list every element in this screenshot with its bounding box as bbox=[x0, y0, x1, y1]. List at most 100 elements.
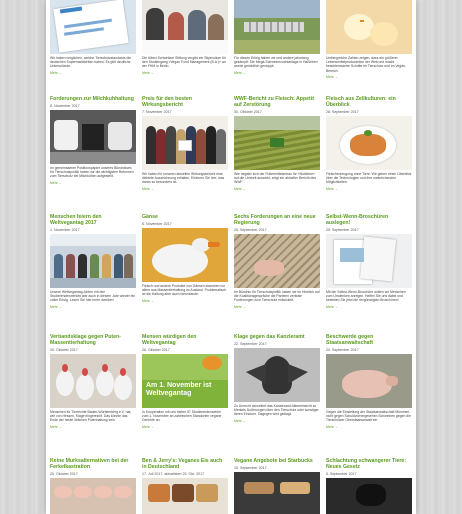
news-thumbnail[interactable] bbox=[142, 0, 228, 54]
news-date: 25. September 2017 bbox=[326, 228, 359, 232]
news-excerpt: Im Bündnis für Tierschutzpolitik haben w… bbox=[234, 290, 320, 303]
news-thumbnail[interactable] bbox=[50, 234, 136, 288]
news-thumbnail[interactable] bbox=[326, 354, 412, 408]
news-title-link[interactable]: Verbandsklage gegen Puten-Massentierhalt… bbox=[50, 334, 136, 346]
news-title-link[interactable]: Keine Murksalternativen bei der Ferkelka… bbox=[50, 458, 136, 470]
news-thumbnail[interactable] bbox=[234, 234, 320, 288]
news-date: 8. November 2017 bbox=[50, 104, 80, 108]
news-thumbnail[interactable] bbox=[50, 0, 136, 54]
news-card[interactable]: Keine Murksalternativen bei der Ferkelka… bbox=[50, 458, 136, 514]
news-thumbnail[interactable] bbox=[142, 116, 228, 170]
news-card[interactable]: Für diesen Erfolg haben wir und andere j… bbox=[234, 0, 320, 75]
news-card[interactable]: Gänse 6. November 2017 Fleisch und andere… bbox=[142, 214, 228, 303]
more-link[interactable]: Mehr → bbox=[326, 75, 412, 79]
news-date: 30. Oktober 2017 bbox=[234, 110, 262, 114]
news-card[interactable]: Selbst-Wenn-Broschüren auslegen! 25. Sept… bbox=[326, 214, 412, 309]
weltvegantag-banner: Am 1. November ist Weltvegantag bbox=[146, 382, 212, 397]
news-title-link[interactable]: Selbst-Wenn-Broschüren auslegen! bbox=[326, 214, 412, 226]
news-thumbnail[interactable] bbox=[234, 348, 320, 402]
news-excerpt: In Kooperation mit uns bieten 57 Studier… bbox=[142, 410, 222, 423]
news-card[interactable]: Verbandsklage gegen Puten-Massentierhalt… bbox=[50, 334, 136, 429]
news-title-link[interactable]: Mensen würdigen den Weltvegantag bbox=[142, 334, 228, 346]
more-link[interactable]: Mehr → bbox=[326, 187, 412, 191]
news-thumbnail[interactable]: Am 1. November ist Weltvegantag bbox=[142, 354, 228, 408]
news-date: 25. Oktober 2017 bbox=[50, 472, 78, 476]
news-title-link[interactable]: Sechs Forderungen an eine neue Regierung bbox=[234, 214, 320, 226]
news-title-link[interactable]: Schlachtung schwangerer Tiere: Neues Ges… bbox=[326, 458, 412, 470]
news-excerpt: Menschen für Tierrechte Baden-Württember… bbox=[50, 410, 132, 423]
more-link[interactable]: Mehr → bbox=[234, 71, 320, 75]
more-link[interactable]: Mehr → bbox=[142, 299, 228, 303]
news-title-link[interactable]: Menschen feiern den Weltvegantag 2017 bbox=[50, 214, 136, 226]
news-thumbnail[interactable] bbox=[234, 472, 320, 514]
news-title-link[interactable]: Preis für den besten Wirkungsbericht bbox=[142, 96, 228, 108]
news-excerpt: Umfangreiche Zahlen zeigen, dass ein grö… bbox=[326, 56, 407, 73]
news-title-link[interactable]: Forderungen zur Milchkuhhaltung bbox=[50, 96, 136, 102]
news-card[interactable]: Schlachtung schwangerer Tiere: Neues Ges… bbox=[326, 458, 412, 514]
news-card[interactable]: WWF-Bericht zu Fleisch: Appetit auf Zers… bbox=[234, 96, 320, 191]
more-link[interactable]: Mehr → bbox=[50, 425, 136, 429]
news-title-link[interactable]: Beschwerde gegen Staatsanwaltschaft bbox=[326, 334, 412, 346]
news-thumbnail[interactable] bbox=[326, 234, 412, 288]
news-date: 6. November 2017 bbox=[142, 222, 172, 226]
more-link[interactable]: Mehr → bbox=[234, 305, 320, 309]
news-card[interactable]: Sechs Forderungen an eine neue Regierung… bbox=[234, 214, 320, 309]
news-card[interactable]: Die Albert Schweitzer Stiftung vergibt e… bbox=[142, 0, 228, 75]
news-excerpt: Zu Unrecht verweilert das Kanzleramt Akt… bbox=[234, 404, 319, 417]
news-title-link[interactable]: Klage gegen das Kanzleramt bbox=[234, 334, 320, 340]
more-link[interactable]: Mehr → bbox=[234, 419, 320, 423]
news-date: 5. September 2017 bbox=[326, 472, 357, 476]
news-card[interactable]: Preis für den besten Wirkungsbericht 7. N… bbox=[142, 96, 228, 191]
news-excerpt: Fleischerzeugung ohne Tiere: Wir geben e… bbox=[326, 172, 412, 185]
news-date: 25. September 2017 bbox=[234, 228, 267, 232]
news-card[interactable]: Umfangreiche Zahlen zeigen, dass ein grö… bbox=[326, 0, 412, 79]
news-card[interactable]: Ben & Jerry's: Veganes Eis auch in Deuts… bbox=[142, 458, 228, 514]
news-card[interactable]: Forderungen zur Milchkuhhaltung 8. Novemb… bbox=[50, 96, 136, 185]
news-card[interactable]: Vegane Angebote bei Starbucks 15. Septemb… bbox=[234, 458, 320, 514]
more-link[interactable]: Mehr → bbox=[142, 425, 228, 429]
news-thumbnail[interactable] bbox=[50, 478, 136, 514]
news-excerpt: Mit der Selbst-Wenn-Broschüre wollen wir… bbox=[326, 290, 406, 303]
news-thumbnail[interactable] bbox=[142, 228, 228, 282]
news-thumbnail[interactable] bbox=[234, 116, 320, 170]
news-date: 26. Oktober 2017 bbox=[142, 348, 170, 352]
news-excerpt: Wie negativ sich der Futtermittelanbau f… bbox=[234, 172, 316, 185]
news-card[interactable]: Mensen würdigen den Weltvegantag 26. Okto… bbox=[142, 334, 228, 429]
news-excerpt: Für diesen Erfolg haben wir und andere j… bbox=[234, 56, 318, 69]
more-link[interactable]: Mehr → bbox=[326, 425, 412, 429]
news-date: 1. November 2017 bbox=[50, 228, 80, 232]
news-title-link[interactable]: Gänse bbox=[142, 214, 228, 220]
news-thumbnail[interactable] bbox=[326, 116, 412, 170]
news-excerpt: Unsere Weltvegantag-Aktion mit den Studi… bbox=[50, 290, 136, 303]
news-page: Wir haben verglichen, welche Tierschutzs… bbox=[46, 0, 416, 514]
news-thumbnail[interactable] bbox=[142, 478, 228, 514]
news-date: 28. September 2017 bbox=[326, 110, 359, 114]
news-card[interactable]: Klage gegen das Kanzleramt 22. September … bbox=[234, 334, 320, 423]
news-date: 30. Oktober 2017 bbox=[50, 348, 78, 352]
news-thumbnail[interactable] bbox=[326, 478, 412, 514]
news-thumbnail[interactable] bbox=[234, 0, 320, 54]
news-thumbnail[interactable] bbox=[326, 0, 412, 54]
more-link[interactable]: Mehr → bbox=[142, 187, 228, 191]
more-link[interactable]: Mehr → bbox=[142, 71, 228, 75]
news-thumbnail[interactable] bbox=[50, 354, 136, 408]
news-excerpt: Gegen die Einstellung der Staatsanwaltsc… bbox=[326, 410, 411, 423]
news-card[interactable]: Menschen feiern den Weltvegantag 2017 1. … bbox=[50, 214, 136, 309]
news-excerpt: Die Albert Schweitzer Stiftung vergibt e… bbox=[142, 56, 227, 69]
news-card[interactable]: Wir haben verglichen, welche Tierschutzs… bbox=[50, 0, 136, 75]
more-link[interactable]: Mehr → bbox=[50, 71, 136, 75]
news-title-link[interactable]: Vegane Angebote bei Starbucks bbox=[234, 458, 320, 464]
news-date: 20. September 2017 bbox=[326, 348, 359, 352]
news-excerpt: Wir haben verglichen, welche Tierschutzs… bbox=[50, 56, 132, 69]
more-link[interactable]: Mehr → bbox=[326, 305, 412, 309]
news-title-link[interactable]: Ben & Jerry's: Veganes Eis auch in Deuts… bbox=[142, 458, 228, 470]
more-link[interactable]: Mehr → bbox=[50, 181, 136, 185]
news-date: 22. September 2017 bbox=[234, 342, 267, 346]
more-link[interactable]: Mehr → bbox=[234, 187, 320, 191]
news-thumbnail[interactable] bbox=[50, 110, 136, 164]
more-link[interactable]: Mehr → bbox=[50, 305, 136, 309]
news-title-link[interactable]: WWF-Bericht zu Fleisch: Appetit auf Zers… bbox=[234, 96, 320, 108]
news-title-link[interactable]: Fleisch aus Zellkulturen: ein Überblick bbox=[326, 96, 412, 108]
news-card[interactable]: Fleisch aus Zellkulturen: ein Überblick 2… bbox=[326, 96, 412, 191]
news-card[interactable]: Beschwerde gegen Staatsanwaltschaft 20. S… bbox=[326, 334, 412, 429]
